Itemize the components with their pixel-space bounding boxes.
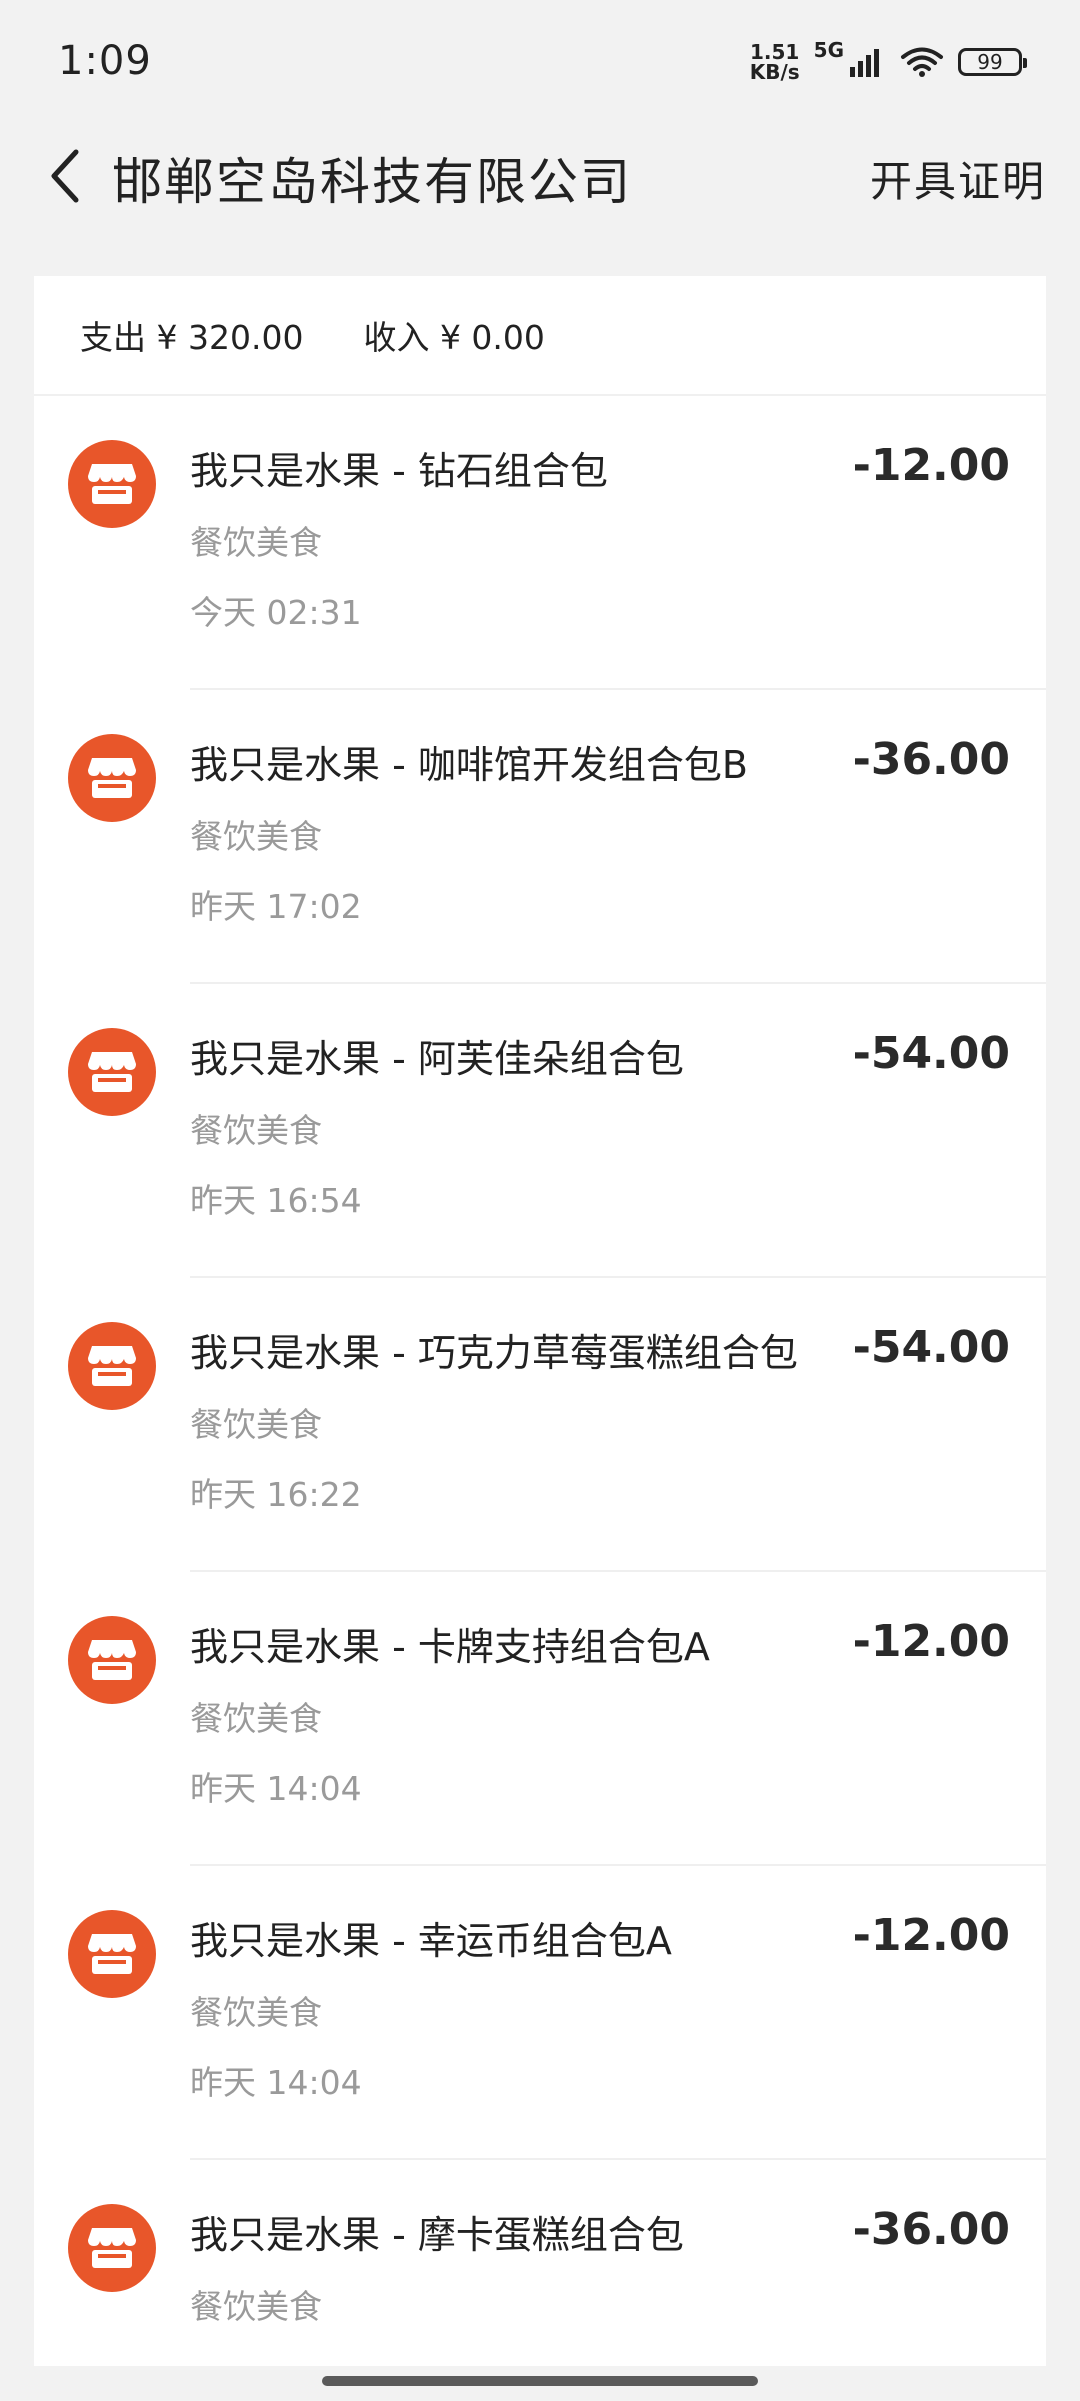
transaction-amount: -54.00	[852, 1322, 1010, 1373]
transaction-time: 昨天 16:22	[190, 1475, 362, 1514]
transaction-amount: -12.00	[852, 1910, 1010, 1961]
shop-icon	[68, 2204, 156, 2292]
shop-icon	[68, 440, 156, 528]
shop-icon	[68, 734, 156, 822]
transaction-category: 餐饮美食	[190, 1111, 322, 1150]
issue-certificate-button[interactable]: 开具证明	[870, 148, 1046, 209]
income-total: 收入 ¥ 0.00	[363, 318, 545, 357]
transaction-category: 餐饮美食	[190, 523, 322, 562]
back-button[interactable]	[30, 140, 102, 212]
home-indicator[interactable]	[322, 2376, 758, 2386]
transaction-name: 我只是水果 - 咖啡馆开发组合包B	[190, 743, 748, 787]
transaction-name: 我只是水果 - 卡牌支持组合包A	[190, 1625, 710, 1669]
shop-icon	[68, 1616, 156, 1704]
summary-bar: 支出 ¥ 320.00 收入 ¥ 0.00	[34, 276, 1046, 396]
page-title: 邯郸空岛科技有限公司	[112, 153, 632, 211]
transaction-row[interactable]: 我只是水果 - 幸运币组合包A 餐饮美食 昨天 14:04 -12.00	[34, 1866, 1046, 2160]
transaction-amount: -36.00	[852, 2204, 1010, 2255]
network-speed: 1.51 KB/s	[750, 42, 800, 82]
transaction-list: 我只是水果 - 钻石组合包 餐饮美食 今天 02:31 -12.00 我只是水果…	[34, 396, 1046, 2366]
battery-level: 99	[977, 50, 1003, 74]
transaction-category: 餐饮美食	[190, 817, 322, 856]
transaction-category: 餐饮美食	[190, 2287, 322, 2326]
transaction-category: 餐饮美食	[190, 1699, 322, 1738]
transaction-row[interactable]: 我只是水果 - 钻石组合包 餐饮美食 今天 02:31 -12.00	[34, 396, 1046, 690]
transaction-row[interactable]: 我只是水果 - 阿芙佳朵组合包 餐饮美食 昨天 16:54 -54.00	[34, 984, 1046, 1278]
network-speed-unit: KB/s	[749, 60, 800, 84]
transaction-name: 我只是水果 - 阿芙佳朵组合包	[190, 1037, 684, 1081]
transaction-name: 我只是水果 - 摩卡蛋糕组合包	[190, 2213, 684, 2257]
shop-icon	[68, 1910, 156, 1998]
chevron-left-icon	[51, 149, 79, 203]
network-speed-value: 1.51	[750, 40, 800, 64]
transaction-time: 今天 02:31	[190, 593, 362, 632]
transaction-row[interactable]: 我只是水果 - 巧克力草莓蛋糕组合包 餐饮美食 昨天 16:22 -54.00	[34, 1278, 1046, 1572]
network-type: 5G	[813, 38, 844, 62]
transaction-name: 我只是水果 - 钻石组合包	[190, 449, 608, 493]
transaction-category: 餐饮美食	[190, 1993, 322, 2032]
transaction-category: 餐饮美食	[190, 1405, 322, 1444]
transaction-row[interactable]: 我只是水果 - 咖啡馆开发组合包B 餐饮美食 昨天 17:02 -36.00	[34, 690, 1046, 984]
cellular-signal-icon	[850, 49, 879, 77]
transaction-amount: -36.00	[852, 734, 1010, 785]
transaction-name: 我只是水果 - 巧克力草莓蛋糕组合包	[190, 1331, 798, 1375]
status-bar: 1:09 1.51 KB/s 5G 99	[0, 0, 1080, 120]
shop-icon	[68, 1028, 156, 1116]
transaction-row[interactable]: 我只是水果 - 摩卡蛋糕组合包 餐饮美食 -36.00	[34, 2160, 1046, 2366]
transaction-row[interactable]: 我只是水果 - 卡牌支持组合包A 餐饮美食 昨天 14:04 -12.00	[34, 1572, 1046, 1866]
transaction-amount: -12.00	[852, 1616, 1010, 1667]
status-time: 1:09	[58, 38, 152, 84]
wifi-icon	[901, 47, 943, 77]
transaction-name: 我只是水果 - 幸运币组合包A	[190, 1919, 672, 1963]
transaction-time: 昨天 14:04	[190, 1769, 362, 1808]
transaction-card: 支出 ¥ 320.00 收入 ¥ 0.00 我只是水果 - 钻石组合包 餐饮美食…	[34, 276, 1046, 2366]
transaction-time: 昨天 17:02	[190, 887, 362, 926]
status-icons: 1.51 KB/s 5G 99	[750, 36, 1027, 88]
transaction-time: 昨天 16:54	[190, 1181, 362, 1220]
expense-total: 支出 ¥ 320.00	[80, 318, 304, 357]
transaction-amount: -54.00	[852, 1028, 1010, 1079]
transaction-amount: -12.00	[852, 440, 1010, 491]
battery-icon: 99	[958, 48, 1027, 76]
title-bar: 邯郸空岛科技有限公司 开具证明	[0, 120, 1080, 230]
shop-icon	[68, 1322, 156, 1410]
transaction-time: 昨天 14:04	[190, 2063, 362, 2102]
